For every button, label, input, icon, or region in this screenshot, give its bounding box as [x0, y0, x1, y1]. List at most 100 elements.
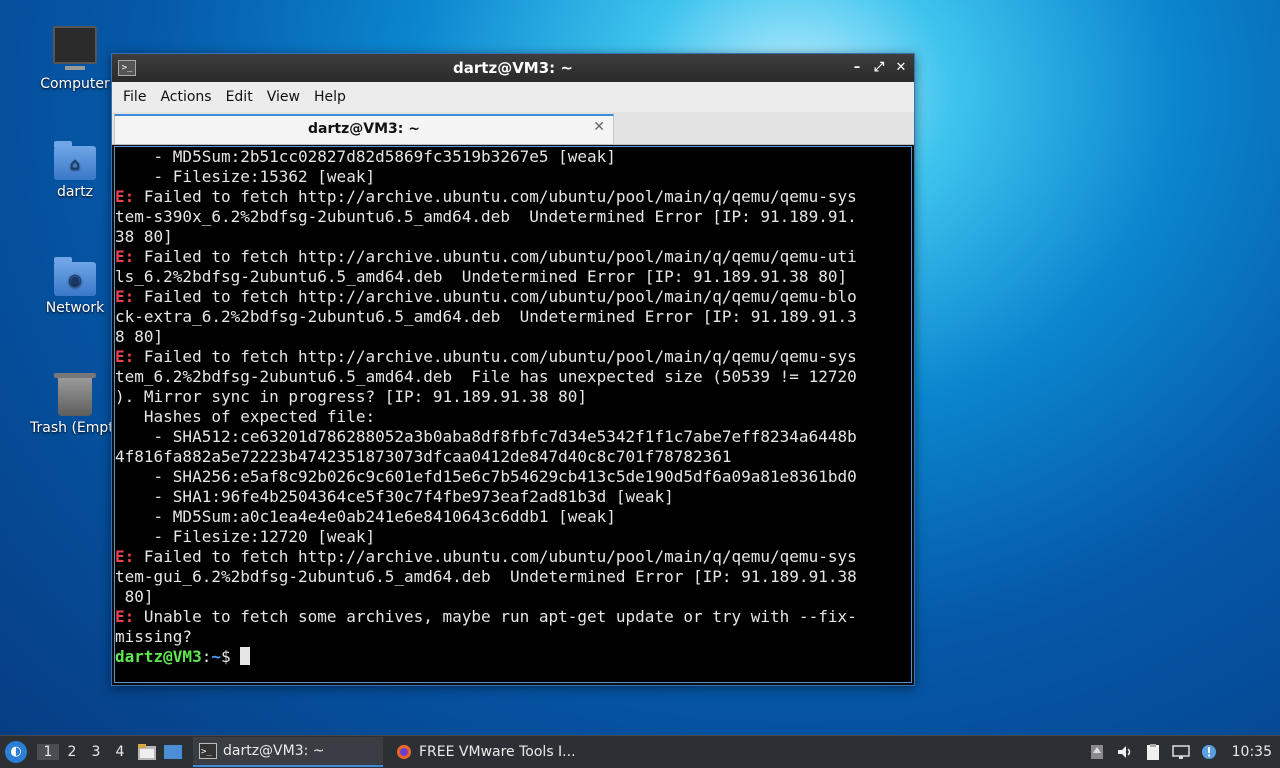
terminal-line: - SHA1:96fe4b2504364ce5f30c7f4fbe973eaf2…	[115, 487, 911, 507]
terminal-line: 38 80]	[115, 227, 911, 247]
terminal-line: - Filesize:15362 [weak]	[115, 167, 911, 187]
menu-help[interactable]: Help	[307, 89, 353, 105]
terminal-line-text: 38 80]	[115, 227, 173, 246]
workspace-1[interactable]: 1	[37, 744, 59, 760]
terminal-line: E: Failed to fetch http://archive.ubuntu…	[115, 247, 911, 267]
clock[interactable]: 10:35	[1232, 744, 1272, 760]
menu-actions[interactable]: Actions	[153, 89, 218, 105]
taskbar: ◐ 1 2 3 4 >_ dartz@VM3: ~ FREE VMware To…	[0, 735, 1280, 768]
terminal-line: - SHA512:ce63201d786288052a3b0aba8df8fbf…	[115, 427, 911, 447]
menu-file[interactable]: File	[116, 89, 153, 105]
terminal-line-text: - SHA256:e5af8c92b026c9c601efd15e6c7b546…	[115, 467, 857, 486]
svg-text:>_: >_	[201, 747, 212, 757]
tab-bar: dartz@VM3: ~ ✕	[112, 112, 914, 145]
error-prefix: E:	[115, 347, 135, 366]
terminal-line-text: Failed to fetch http://archive.ubuntu.co…	[134, 187, 857, 206]
task-label: dartz@VM3: ~	[223, 743, 325, 759]
terminal-line-text: Hashes of expected file:	[115, 407, 376, 426]
close-button[interactable]: ✕	[892, 59, 910, 77]
task-label: FREE VMware Tools I...	[419, 744, 576, 760]
desktop-icon-label: Computer	[40, 76, 110, 92]
file-manager-icon[interactable]	[137, 743, 157, 761]
prompt-separator: :	[201, 647, 212, 666]
terminal-line-text: - MD5Sum:2b51cc02827d82d5869fc3519b3267e…	[115, 147, 616, 166]
desktop-icon-network[interactable]: ◉ Network	[25, 257, 125, 316]
desktop-icon-trash[interactable]: Trash (Empty)	[25, 373, 125, 436]
clipboard-icon[interactable]	[1144, 744, 1162, 760]
error-prefix: E:	[115, 547, 135, 566]
terminal-line-text: ). Mirror sync in progress? [IP: 91.189.…	[115, 387, 588, 406]
terminal-output[interactable]: - MD5Sum:2b51cc02827d82d5869fc3519b3267e…	[114, 146, 912, 683]
terminal-line: 8 80]	[115, 327, 911, 347]
desktop-icon-home[interactable]: ⌂ dartz	[25, 141, 125, 200]
network-icon[interactable]	[1171, 744, 1190, 760]
terminal-line: 4f816fa882a5e72223b4742351873073dfcaa041…	[115, 447, 911, 467]
terminal-line-text: missing?	[115, 627, 193, 646]
text-cursor	[240, 647, 251, 665]
desktop-icon-label: Trash (Empty)	[30, 420, 120, 436]
start-menu-icon[interactable]: ◐	[5, 741, 27, 763]
workspace-3[interactable]: 3	[85, 744, 107, 760]
error-prefix: E:	[115, 287, 135, 306]
terminal-line: E: Unable to fetch some archives, maybe …	[115, 607, 911, 627]
terminal-line: tem-s390x_6.2%2bdfsg-2ubuntu6.5_amd64.de…	[115, 207, 911, 227]
terminal-line: E: Failed to fetch http://archive.ubuntu…	[115, 547, 911, 567]
task-firefox[interactable]: FREE VMware Tools I...	[389, 738, 582, 766]
terminal-line: - SHA256:e5af8c92b026c9c601efd15e6c7b546…	[115, 467, 911, 487]
notification-icon[interactable]	[1200, 744, 1218, 760]
desktop-icon-label: Network	[45, 300, 105, 316]
task-terminal[interactable]: >_ dartz@VM3: ~	[193, 737, 383, 767]
tab-terminal[interactable]: dartz@VM3: ~ ✕	[114, 114, 614, 144]
terminal-line: - MD5Sum:a0c1ea4e4e0ab241e6e8410643c6ddb…	[115, 507, 911, 527]
menu-view[interactable]: View	[260, 89, 307, 105]
desktop-icon-computer[interactable]: Computer	[25, 26, 125, 92]
terminal-line-text: - SHA512:ce63201d786288052a3b0aba8df8fbf…	[115, 427, 857, 446]
error-prefix: E:	[115, 187, 135, 206]
shell-prompt[interactable]: dartz@VM3:~$	[115, 647, 911, 667]
prompt-user: dartz@VM3	[115, 647, 202, 666]
volume-icon[interactable]	[1116, 744, 1134, 760]
terminal-line-text: 80]	[115, 587, 154, 606]
terminal-line: - MD5Sum:2b51cc02827d82d5869fc3519b3267e…	[115, 147, 911, 167]
prompt-symbol: $	[220, 647, 241, 666]
window-titlebar[interactable]: >_ dartz@VM3: ~ – ⤢ ✕	[112, 54, 914, 82]
error-prefix: E:	[115, 607, 135, 626]
eject-icon[interactable]	[1088, 744, 1106, 760]
show-desktop-icon[interactable]	[163, 743, 183, 761]
menu-bar: File Actions Edit View Help	[112, 82, 914, 112]
error-prefix: E:	[115, 247, 135, 266]
terminal-line-text: 8 80]	[115, 327, 164, 346]
terminal-line: E: Failed to fetch http://archive.ubuntu…	[115, 287, 911, 307]
terminal-line-text: tem-s390x_6.2%2bdfsg-2ubuntu6.5_amd64.de…	[115, 207, 857, 226]
workspace-2[interactable]: 2	[61, 744, 83, 760]
terminal-line: ). Mirror sync in progress? [IP: 91.189.…	[115, 387, 911, 407]
terminal-line: tem_6.2%2bdfsg-2ubuntu6.5_amd64.deb File…	[115, 367, 911, 387]
maximize-button[interactable]: ⤢	[870, 59, 888, 77]
terminal-line-text: ck-extra_6.2%2bdfsg-2ubuntu6.5_amd64.deb…	[115, 307, 857, 326]
terminal-line-text: - SHA1:96fe4b2504364ce5f30c7f4fbe973eaf2…	[115, 487, 674, 506]
terminal-window: >_ dartz@VM3: ~ – ⤢ ✕ File Actions Edit …	[111, 53, 915, 686]
terminal-line-text: Failed to fetch http://archive.ubuntu.co…	[134, 547, 857, 566]
workspace-4[interactable]: 4	[109, 744, 131, 760]
terminal-app-icon[interactable]: >_	[118, 60, 136, 76]
terminal-line-text: - Filesize:12720 [weak]	[115, 527, 376, 546]
terminal-icon: >_	[199, 743, 217, 759]
terminal-line-text: Failed to fetch http://archive.ubuntu.co…	[134, 287, 857, 306]
terminal-line-text: ls_6.2%2bdfsg-2ubuntu6.5_amd64.deb Undet…	[115, 267, 848, 286]
window-title: dartz@VM3: ~	[453, 59, 573, 77]
terminal-line: E: Failed to fetch http://archive.ubuntu…	[115, 347, 911, 367]
menu-edit[interactable]: Edit	[219, 89, 260, 105]
tab-label: dartz@VM3: ~	[308, 121, 420, 137]
terminal-line-text: 4f816fa882a5e72223b4742351873073dfcaa041…	[115, 447, 732, 466]
home-folder-icon: ⌂	[54, 141, 96, 180]
tab-close-icon[interactable]: ✕	[593, 119, 605, 135]
terminal-line-text: - Filesize:15362 [weak]	[115, 167, 376, 186]
network-folder-icon: ◉	[54, 257, 96, 296]
terminal-line: ck-extra_6.2%2bdfsg-2ubuntu6.5_amd64.deb…	[115, 307, 911, 327]
terminal-line-text: - MD5Sum:a0c1ea4e4e0ab241e6e8410643c6ddb…	[115, 507, 616, 526]
prompt-path: ~	[211, 647, 221, 666]
terminal-line: E: Failed to fetch http://archive.ubuntu…	[115, 187, 911, 207]
minimize-button[interactable]: –	[848, 59, 866, 77]
computer-icon	[53, 26, 97, 70]
terminal-line: ls_6.2%2bdfsg-2ubuntu6.5_amd64.deb Undet…	[115, 267, 911, 287]
